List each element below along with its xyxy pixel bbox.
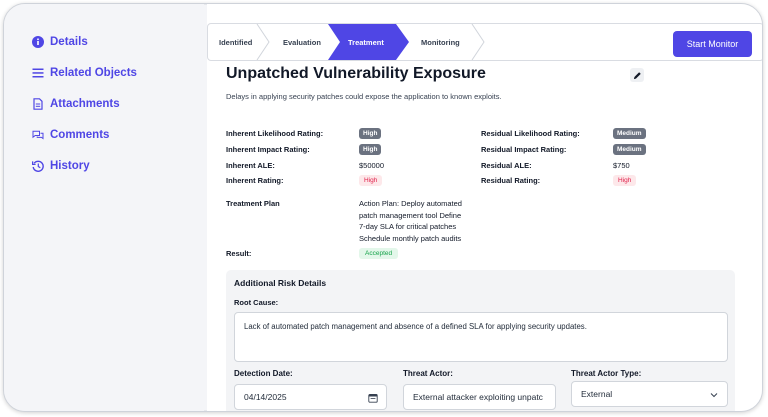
residual-ale-label: Residual ALE: <box>481 161 532 170</box>
detection-date-input[interactable]: 04/14/2025 <box>234 384 387 410</box>
residual-rating-label: Residual Rating: <box>481 176 541 185</box>
inherent-likelihood-badge: High <box>359 128 382 139</box>
start-monitor-button[interactable]: Start Monitor <box>673 31 752 57</box>
history-icon <box>32 160 44 172</box>
chevron-divider <box>256 24 270 60</box>
list-icon <box>32 67 44 79</box>
edit-icon[interactable] <box>630 68 644 82</box>
threat-actor-type-select[interactable]: External <box>571 381 728 407</box>
document-icon <box>32 97 44 110</box>
sidebar-item-label: Details <box>50 35 88 48</box>
inherent-rating-label: Inherent Rating: <box>226 176 284 185</box>
residual-ale-value: $750 <box>613 161 630 170</box>
inherent-likelihood-label: Inherent Likelihood Rating: <box>226 129 324 138</box>
treatment-plan-label: Treatment Plan <box>226 199 280 208</box>
sidebar-item-comments[interactable]: Comments <box>4 119 204 150</box>
plan-line: Schedule monthly patch audits <box>359 233 462 243</box>
step-identified[interactable]: Identified <box>208 24 271 60</box>
threat-actor-label: Threat Actor: <box>403 369 453 378</box>
calendar-icon[interactable] <box>368 393 378 403</box>
sidebar-item-label: Attachments <box>50 97 120 110</box>
inherent-impact-label: Inherent Impact Rating: <box>226 145 310 154</box>
residual-likelihood-badge: Medium <box>613 128 646 139</box>
sidebar-item-label: History <box>50 159 90 172</box>
step-label: Treatment <box>348 37 384 47</box>
additional-risk-details: Additional Risk Details Root Cause: Dete… <box>226 270 735 411</box>
step-label: Monitoring <box>421 37 460 47</box>
sidebar-item-attachments[interactable]: Attachments <box>4 88 204 119</box>
chevron-down-icon <box>710 393 718 398</box>
detection-date-label: Detection Date: <box>234 369 293 378</box>
root-cause-textarea[interactable] <box>234 312 728 362</box>
inherent-impact-badge: High <box>359 144 382 155</box>
sidebar-item-details[interactable]: Details <box>4 26 204 57</box>
step-evaluation[interactable]: Evaluation <box>271 24 332 60</box>
residual-likelihood-label: Residual Likelihood Rating: <box>481 129 580 138</box>
inherent-ale-label: Inherent ALE: <box>226 161 275 170</box>
main-panel: Identified Evaluation Treatment Monitori… <box>207 4 762 411</box>
inherent-ale-value: $50000 <box>359 161 385 170</box>
root-cause-label: Root Cause: <box>234 298 279 307</box>
sidebar-item-history[interactable]: History <box>4 150 204 181</box>
step-treatment[interactable]: Treatment <box>328 24 409 60</box>
threat-actor-type-value: External <box>581 389 613 399</box>
step-label: Identified <box>219 37 253 47</box>
residual-impact-badge: Medium <box>613 144 646 155</box>
plan-line: Action Plan: Deploy automated <box>359 199 462 208</box>
step-monitoring[interactable]: Monitoring <box>409 24 489 60</box>
sidebar: Details Related Objects Attachments Comm… <box>4 4 204 411</box>
treatment-plan-text: Action Plan: Deploy automated patch mana… <box>359 198 489 244</box>
sidebar-item-related-objects[interactable]: Related Objects <box>4 57 204 88</box>
step-label: Evaluation <box>283 37 321 47</box>
status-stepper: Identified Evaluation Treatment Monitori… <box>207 23 762 61</box>
info-icon <box>32 35 44 48</box>
section-title: Additional Risk Details <box>234 278 327 288</box>
risk-description: Delays in applying security patches coul… <box>226 92 502 101</box>
sidebar-item-label: Related Objects <box>50 66 137 79</box>
threat-actor-input[interactable]: External attacker exploiting unpatc <box>403 384 556 410</box>
residual-rating-badge: High <box>613 175 637 186</box>
threat-actor-value: External attacker exploiting unpatc <box>413 392 543 402</box>
result-badge: Accepted <box>359 248 399 259</box>
sidebar-item-label: Comments <box>50 128 110 141</box>
residual-impact-label: Residual Impact Rating: <box>481 145 567 154</box>
chevron-divider <box>471 24 485 60</box>
inherent-rating-badge: High <box>359 175 383 186</box>
threat-actor-type-label: Threat Actor Type: <box>571 369 642 378</box>
comments-icon <box>32 129 44 141</box>
page-title: Unpatched Vulnerability Exposure <box>226 65 486 82</box>
detection-date-value: 04/14/2025 <box>244 392 287 402</box>
plan-line: 7-day SLA for critical patches <box>359 222 457 231</box>
result-label: Result: <box>226 249 252 258</box>
app-window: Details Related Objects Attachments Comm… <box>3 3 763 412</box>
plan-line: patch management tool Define <box>359 210 462 220</box>
